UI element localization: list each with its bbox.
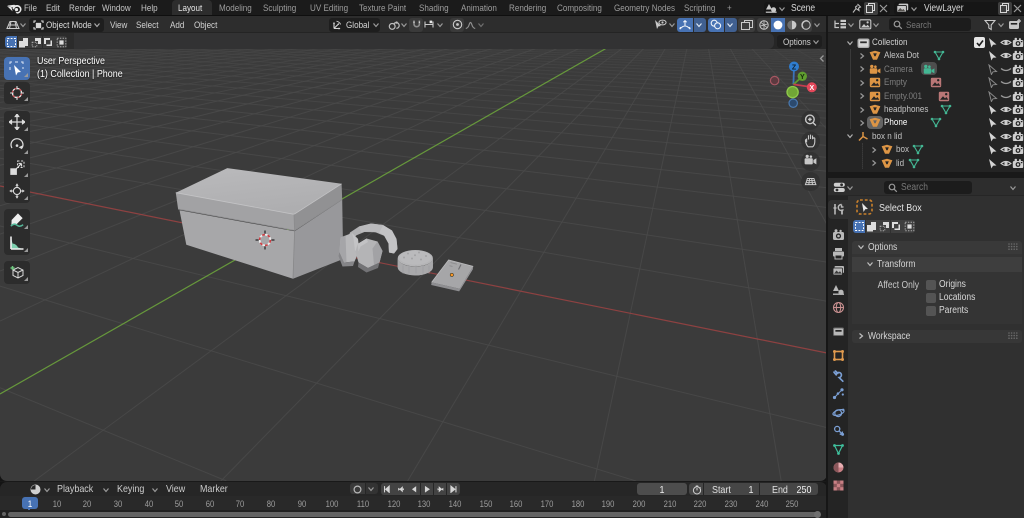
svg-text:X: X [809, 85, 814, 92]
svg-text:Z: Z [792, 64, 797, 71]
svg-text:Y: Y [800, 74, 805, 81]
